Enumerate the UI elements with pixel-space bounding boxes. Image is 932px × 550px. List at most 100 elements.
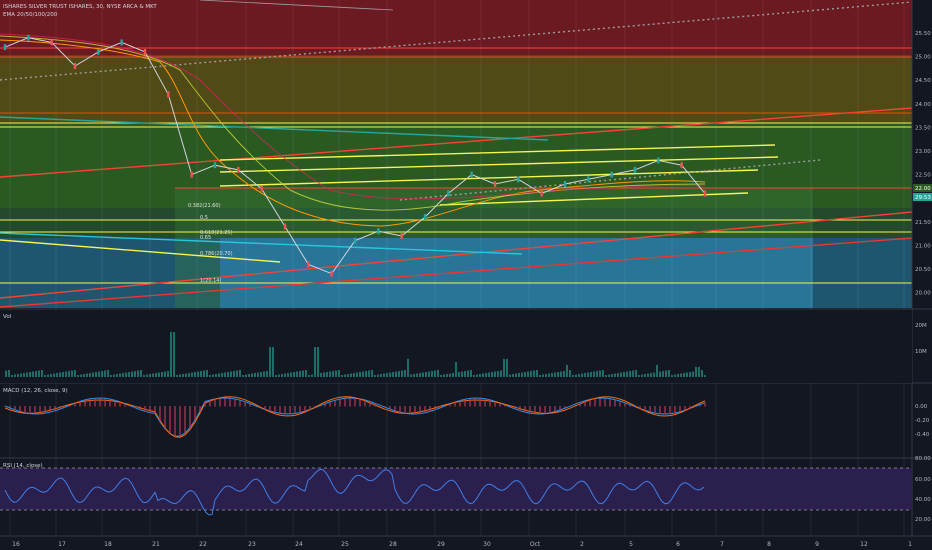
volume-bar [113,374,115,377]
macd-hist-bar [574,404,576,407]
volume-bar [170,332,172,377]
macd-hist-bar [374,403,376,407]
volume-bar [173,332,175,377]
fib-label: 0.382(21.60) [188,203,221,209]
volume-bar [74,370,76,377]
macd-hist-bar [259,406,261,408]
volume-bar [182,374,184,377]
volume-bar [20,373,22,377]
volume-bar [299,371,301,377]
volume-bar [623,372,625,377]
price-tick: 24.00 [915,102,931,108]
macd-hist-bar [429,406,431,412]
price-tick: 21.00 [915,243,931,249]
macd-hist-bar [349,398,351,407]
volume-bar [620,372,622,377]
macd-hist-bar [474,398,476,407]
time-label: 24 [295,541,303,548]
volume-bar [308,375,310,377]
last-price-label-2: 29:53 [915,195,931,201]
macd-hist-bar [264,406,266,410]
volume-bar [344,374,346,377]
volume-bar [695,367,697,377]
price-point [657,157,660,164]
volume-bar [464,371,466,377]
volume-bar [146,374,148,377]
volume-bar [239,370,241,377]
volume-bar [605,375,607,377]
volume-bar [383,373,385,377]
macd-hist-bar [559,406,561,411]
volume-bar [656,365,658,377]
macd-hist-bar [304,406,306,412]
volume-bar [554,372,556,377]
volume-bar [368,370,370,377]
volume-bar [581,373,583,377]
volume-bar [47,374,49,377]
volume-bar [680,373,682,377]
volume-bar [626,371,628,377]
volume-bar [350,373,352,377]
volume-bar [497,371,499,377]
macd-hist-bar [694,406,696,407]
volume-bar [326,372,328,377]
macd-hist-bar [359,398,361,407]
macd-hist-bar [364,399,366,407]
macd-hist-bar [599,398,601,407]
macd-hist-bar [139,406,141,411]
price-point [493,181,497,188]
price-axis[interactable]: 25.50 25.00 24.50 24.00 23.50 23.00 22.50 22.00… [915,31,931,297]
volume-bar [488,372,490,377]
macd-hist-bar [649,406,651,413]
volume-bar [62,372,64,377]
price-point [517,176,520,183]
macd-hist-bar [444,405,446,407]
volume-bar [404,370,406,377]
macd-hist-bar [89,398,91,407]
macd-hist-bar [294,406,296,414]
macd-hist-bar [334,400,336,407]
volume-bar [665,370,667,377]
macd-hist-bar [504,404,506,407]
price-point [50,39,53,46]
macd-hist-bar [154,406,156,415]
macd-hist-bar [54,406,56,412]
volume-bar [659,371,661,377]
volume-bar [701,370,703,377]
volume-bar [449,373,451,377]
macd-hist-bar [399,406,401,413]
time-label: 2 [580,541,584,548]
macd-hist-bar [624,402,626,407]
fib-label: 0.5 [200,215,208,221]
macd-hist-bar [384,406,386,408]
volume-bar [56,373,58,377]
price-point [97,48,100,55]
volume-bar [689,372,691,377]
time-axis[interactable]: 16 17 18 21 22 23 24 25 28 29 30 Oct 2 5 6 7 8 9 12 1 [12,541,912,548]
macd-tick: -0.40 [915,432,930,438]
volume-bar [434,370,436,377]
macd-hist-bar [159,406,161,423]
volume-bar [470,370,472,377]
macd-hist-bar [484,398,486,407]
fib-zone-blue [220,238,813,308]
macd-hist-bar [454,402,456,407]
chart-canvas[interactable]: 0.382(21.60)0.50.618(21.25)0.650.786(20.… [0,0,932,550]
volume-bar [41,370,43,377]
last-price-label: 22.00 [915,186,931,192]
price-point [213,162,217,169]
macd-hist-bar [469,398,471,407]
volume-bar [608,374,610,377]
time-label: 6 [676,541,680,548]
macd-hist-bar [539,406,541,415]
volume-bar [227,372,229,377]
macd-hist-bar [674,406,676,414]
volume-bar [260,372,262,377]
macd-hist-bar [39,406,41,415]
volume-bar [245,374,247,377]
macd-hist-bar [269,406,271,412]
macd-hist-bar [494,401,496,407]
volume-bar [251,373,253,377]
volume-bar [491,372,493,377]
price-tick: 25.00 [915,55,931,61]
